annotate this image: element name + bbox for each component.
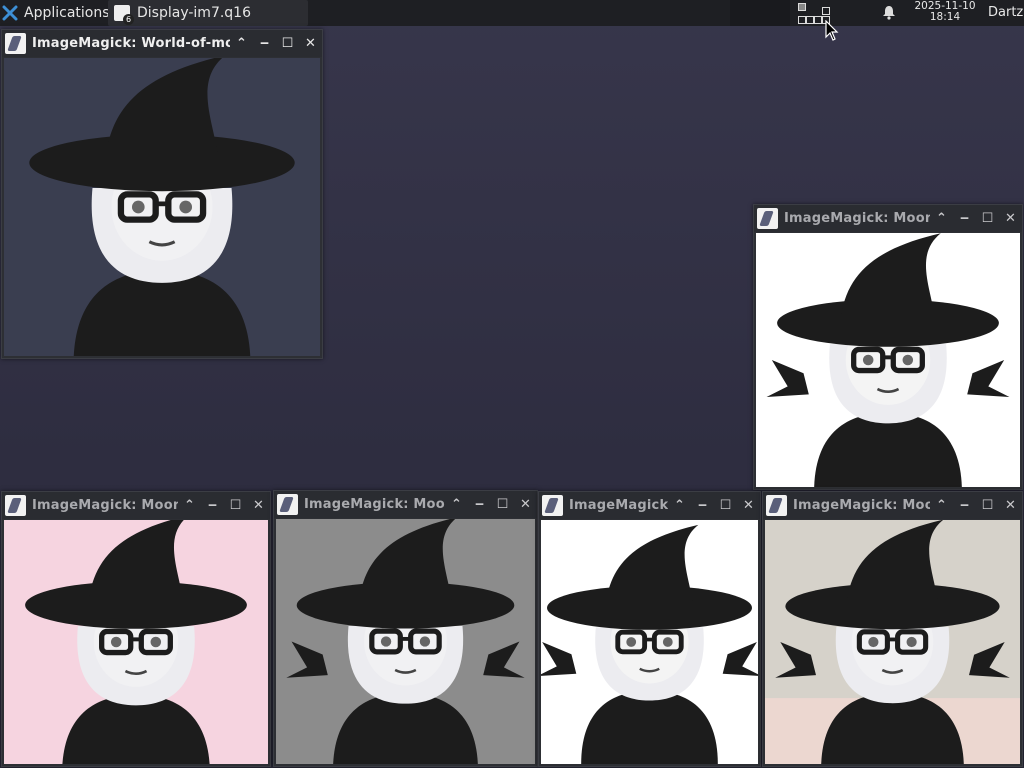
imagemagick-window-3[interactable]: ImageMagick: Moonx ⌃ ‒ ☐ ✕ (1, 491, 271, 767)
window-title: ImageMagick: I (569, 498, 668, 513)
window-title: ImageMagick: Moonx (784, 211, 930, 226)
user-menu[interactable]: Dartz (988, 5, 1023, 20)
imagemagick-icon[interactable] (277, 494, 298, 515)
close-button[interactable]: ✕ (999, 211, 1022, 226)
imagemagick-window-5[interactable]: ImageMagick: I ⌃ ‒ ☐ ✕ (538, 491, 761, 767)
task-count-badge: 6 (123, 14, 134, 25)
window-titlebar[interactable]: ImageMagick: Moon ⌃ ‒ ☐ ✕ (763, 492, 1022, 519)
minimize-button[interactable]: ‒ (468, 497, 491, 512)
imagemagick-icon[interactable] (5, 495, 26, 516)
task-title: Display-im7.q16 (137, 5, 251, 21)
shade-button[interactable]: ⌃ (930, 211, 953, 226)
image-canvas[interactable] (4, 520, 268, 764)
maximize-button[interactable]: ☐ (491, 497, 514, 512)
window-titlebar[interactable]: ImageMagick: World-of-moja ⌃ ‒ ☐ ✕ (2, 30, 322, 57)
witch-illustration (276, 519, 535, 764)
maximize-button[interactable]: ☐ (714, 498, 737, 513)
shade-button[interactable]: ⌃ (178, 498, 201, 513)
shade-button[interactable]: ⌃ (668, 498, 691, 513)
taskbar: Applications ⋮ 6 Display-im7.q16 2025-11… (0, 0, 1024, 26)
window-title: ImageMagick: Moon: (304, 497, 445, 512)
image-canvas[interactable] (4, 58, 320, 356)
maximize-button[interactable]: ☐ (276, 36, 299, 51)
imagemagick-window-4[interactable]: ImageMagick: Moon: ⌃ ‒ ☐ ✕ (273, 490, 538, 767)
window-title: ImageMagick: World-of-moja (32, 36, 230, 51)
window-title: ImageMagick: Moon (793, 498, 930, 513)
clock[interactable]: 2025-11-10 18:14 (910, 1, 980, 23)
image-canvas[interactable] (541, 520, 758, 764)
minimize-button[interactable]: ‒ (953, 498, 976, 513)
imagemagick-icon[interactable] (766, 495, 787, 516)
maximize-button[interactable]: ☐ (224, 498, 247, 513)
imagemagick-window-6[interactable]: ImageMagick: Moon ⌃ ‒ ☐ ✕ (762, 491, 1023, 767)
workspace-2[interactable] (822, 7, 830, 15)
image-canvas[interactable] (765, 520, 1020, 764)
applications-label: Applications (24, 5, 110, 21)
witch-illustration (4, 520, 268, 764)
witch-illustration (765, 520, 1020, 764)
workspace-3[interactable] (798, 16, 806, 24)
tray-area (730, 0, 790, 26)
window-title: ImageMagick: Moonx (32, 498, 178, 513)
witch-illustration (756, 233, 1020, 487)
workspace-4[interactable] (806, 16, 814, 24)
imagemagick-icon[interactable] (757, 208, 778, 229)
close-button[interactable]: ✕ (247, 498, 270, 513)
workspace-1[interactable] (798, 3, 806, 11)
notification-bell-icon[interactable] (882, 5, 896, 20)
close-button[interactable]: ✕ (737, 498, 760, 513)
imagemagick-window-2[interactable]: ImageMagick: Moonx ⌃ ‒ ☐ ✕ (753, 204, 1023, 490)
imagemagick-icon[interactable] (542, 495, 563, 516)
xfce-logo-icon (2, 5, 18, 21)
taskbar-button-display[interactable]: 6 Display-im7.q16 (108, 0, 308, 26)
witch-illustration (541, 520, 758, 764)
shade-button[interactable]: ⌃ (445, 497, 468, 512)
close-button[interactable]: ✕ (999, 498, 1022, 513)
imagemagick-task-icon: 6 (114, 5, 134, 25)
minimize-button[interactable]: ‒ (201, 498, 224, 513)
mouse-pointer-icon (825, 20, 839, 41)
minimize-button[interactable]: ‒ (253, 36, 276, 51)
maximize-button[interactable]: ☐ (976, 498, 999, 513)
minimize-button[interactable]: ‒ (953, 211, 976, 226)
shade-button[interactable]: ⌃ (930, 498, 953, 513)
image-canvas[interactable] (276, 519, 535, 764)
image-canvas[interactable] (756, 233, 1020, 487)
window-titlebar[interactable]: ImageMagick: Moon: ⌃ ‒ ☐ ✕ (274, 491, 537, 518)
minimize-button[interactable]: ‒ (691, 498, 714, 513)
close-button[interactable]: ✕ (514, 497, 537, 512)
window-titlebar[interactable]: ImageMagick: Moonx ⌃ ‒ ☐ ✕ (754, 205, 1022, 232)
imagemagick-window-1[interactable]: ImageMagick: World-of-moja ⌃ ‒ ☐ ✕ (1, 29, 323, 359)
witch-illustration (4, 58, 320, 356)
clock-time: 18:14 (929, 11, 961, 23)
close-button[interactable]: ✕ (299, 36, 322, 51)
imagemagick-icon[interactable] (5, 33, 26, 54)
shade-button[interactable]: ⌃ (230, 36, 253, 51)
workspace-5[interactable] (814, 16, 822, 24)
window-titlebar[interactable]: ImageMagick: I ⌃ ‒ ☐ ✕ (539, 492, 760, 519)
window-titlebar[interactable]: ImageMagick: Moonx ⌃ ‒ ☐ ✕ (2, 492, 270, 519)
maximize-button[interactable]: ☐ (976, 211, 999, 226)
